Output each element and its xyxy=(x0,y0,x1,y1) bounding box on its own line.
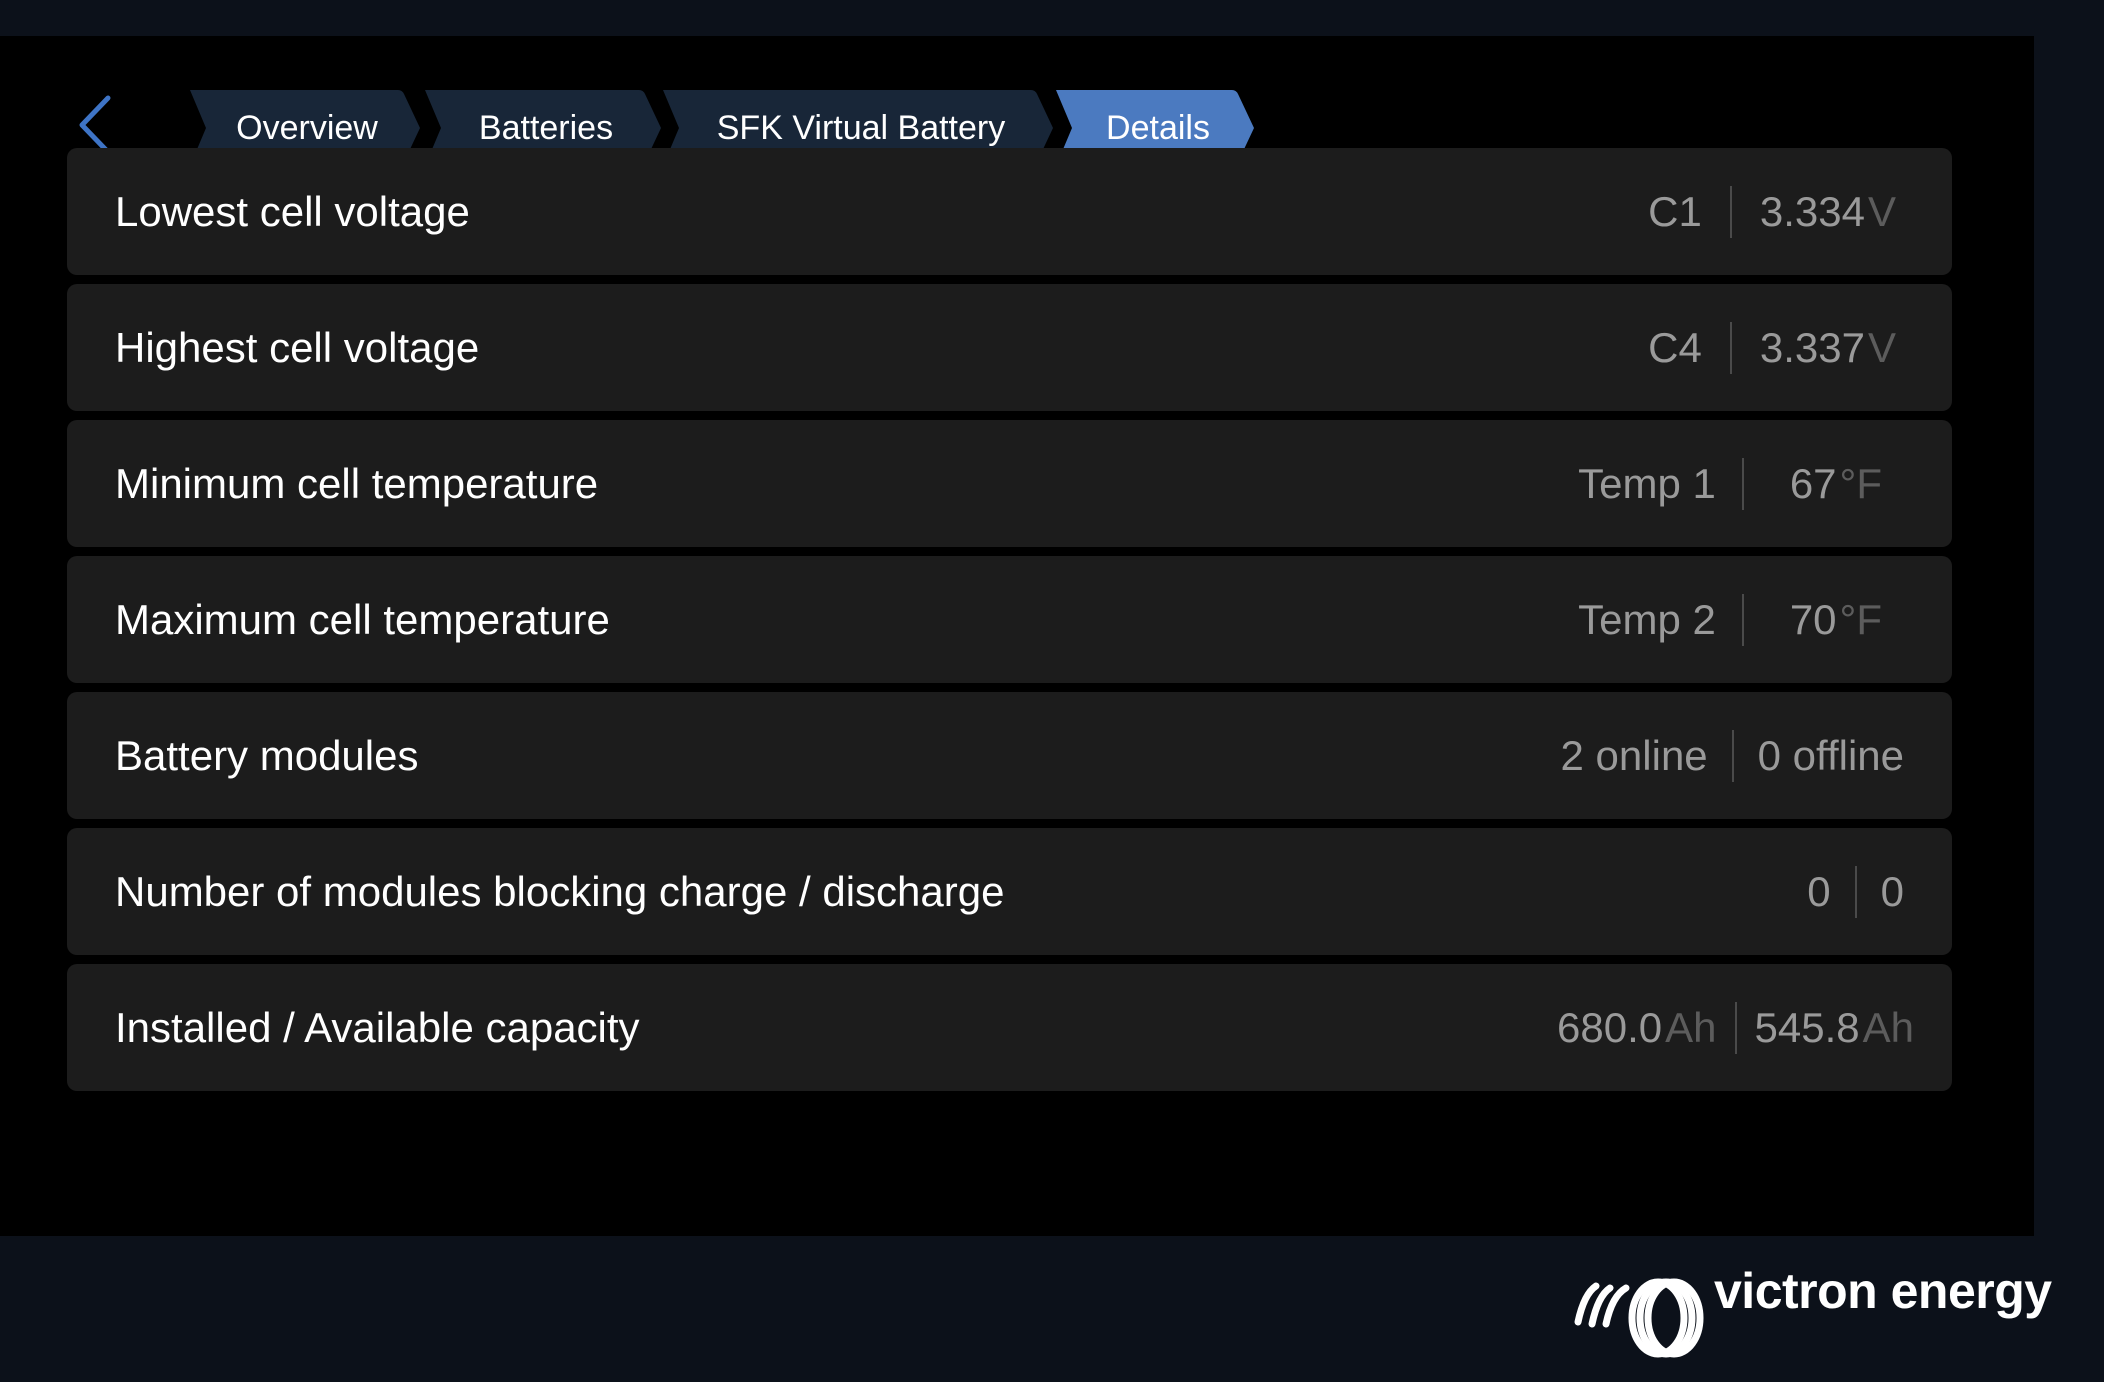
list-item-battery-modules: Battery modules 2 online 0 offline xyxy=(67,692,1952,819)
modules-blocking-charge: 0 xyxy=(1807,867,1831,915)
item-values: C4 3.337 V xyxy=(1648,284,1896,411)
sensor-id: Temp 2 xyxy=(1578,595,1716,643)
modules-online: 2 online xyxy=(1560,731,1708,779)
item-values: Temp 2 70 °F xyxy=(1578,556,1882,683)
value-separator xyxy=(1854,865,1857,918)
item-label: Minimum cell temperature xyxy=(115,459,599,507)
list-item-capacity: Installed / Available capacity 680.0 Ah 5… xyxy=(67,964,1952,1091)
cell-id: C1 xyxy=(1648,187,1702,235)
unit: V xyxy=(1867,323,1896,371)
temperature-value: 67 xyxy=(1789,459,1837,507)
item-label: Lowest cell voltage xyxy=(115,187,470,235)
main-screen: Overview Batteries SFK Virtual Battery D… xyxy=(0,36,2034,1236)
brand-name: victron energy xyxy=(1714,1263,2052,1319)
item-values: Temp 1 67 °F xyxy=(1578,420,1882,547)
list-item-minimum-cell-temperature: Minimum cell temperature Temp 1 67 °F xyxy=(67,420,1952,547)
unit: °F xyxy=(1839,595,1882,643)
item-label: Highest cell voltage xyxy=(115,323,480,371)
modules-offline: 0 offline xyxy=(1757,731,1904,779)
voltage-value: 3.334 xyxy=(1759,187,1865,235)
item-label: Maximum cell temperature xyxy=(115,595,610,643)
value-separator xyxy=(1741,457,1744,510)
sensor-id: Temp 1 xyxy=(1578,459,1716,507)
unit: Ah xyxy=(1665,1003,1717,1051)
item-label: Number of modules blocking charge / disc… xyxy=(115,867,1005,915)
list-item-highest-cell-voltage: Highest cell voltage C4 3.337 V xyxy=(67,284,1952,411)
item-values: 2 online 0 offline xyxy=(1561,692,1904,819)
available-capacity-value: 545.8 xyxy=(1754,1003,1860,1051)
item-label: Battery modules xyxy=(115,731,419,779)
installed-capacity-value: 680.0 xyxy=(1557,1003,1663,1051)
temperature-value: 70 xyxy=(1789,595,1837,643)
list-item-lowest-cell-voltage: Lowest cell voltage C1 3.334 V xyxy=(67,148,1952,275)
unit: V xyxy=(1867,187,1896,235)
unit: Ah xyxy=(1862,1003,1914,1051)
value-separator xyxy=(1729,321,1732,374)
item-label: Installed / Available capacity xyxy=(115,1003,640,1051)
item-values: 0 0 xyxy=(1807,828,1904,955)
value-separator xyxy=(1731,729,1734,782)
item-values: C1 3.334 V xyxy=(1648,148,1896,275)
item-values: 680.0 Ah 545.8 Ah xyxy=(1557,964,1914,1091)
value-separator xyxy=(1729,185,1732,238)
cell-id: C4 xyxy=(1648,323,1702,371)
modules-blocking-discharge: 0 xyxy=(1880,867,1904,915)
value-separator xyxy=(1734,1001,1737,1054)
list-item-maximum-cell-temperature: Maximum cell temperature Temp 2 70 °F xyxy=(67,556,1952,683)
value-separator xyxy=(1741,593,1744,646)
unit: °F xyxy=(1839,459,1882,507)
voltage-value: 3.337 xyxy=(1759,323,1865,371)
list-item-modules-blocking: Number of modules blocking charge / disc… xyxy=(67,828,1952,955)
